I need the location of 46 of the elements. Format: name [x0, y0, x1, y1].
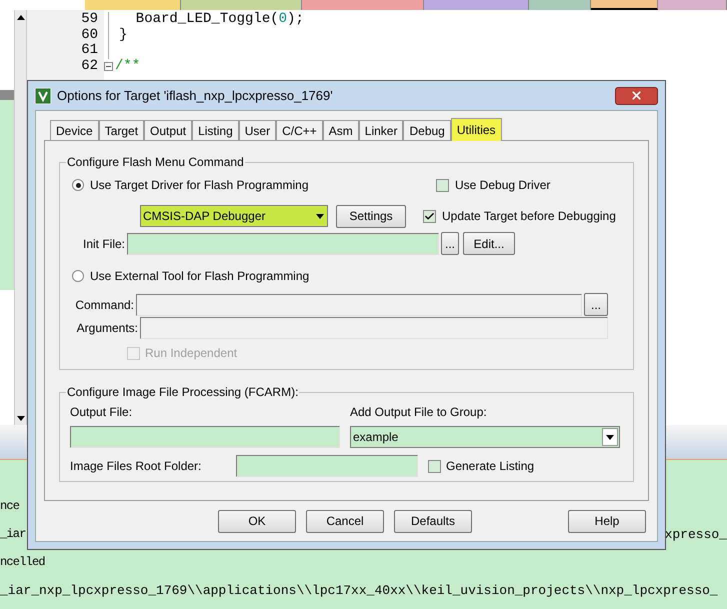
tab[interactable]: Linker: [358, 120, 404, 140]
output-line: nce: [0, 498, 20, 515]
line-number: 62: [80, 58, 99, 74]
code-line: /**: [115, 58, 140, 74]
checkbox-label: Update Target before Debugging: [442, 208, 616, 225]
group-dropdown[interactable]: example: [350, 426, 620, 448]
code-line: }: [119, 28, 128, 43]
checkbox-label: Generate Listing: [446, 458, 534, 475]
tab[interactable]: Output: [144, 120, 192, 140]
field-label: Add Output File to Group:: [350, 404, 487, 421]
defaults-button[interactable]: Defaults: [394, 510, 472, 532]
output-line: _iar_nxp_lpcxpresso_1769\\applications\\lpc17xx_40xx\\keil_uvision_projects\\nxp_lpcxpresso_: [0, 582, 718, 600]
browse-button[interactable]: ...: [584, 293, 608, 316]
field-label: Output File:: [70, 404, 134, 421]
tab[interactable]: Listing: [192, 120, 239, 140]
window-title: Options for Target 'iflash_nxp_lpcxpresso_1769': [57, 86, 334, 105]
field-label: Command:: [74, 296, 134, 314]
tab[interactable]: Debug: [403, 120, 451, 140]
field-label: Arguments:: [76, 320, 138, 337]
group-title: Configure Image File Processing (FCARM):: [66, 384, 300, 401]
browse-button[interactable]: ...: [441, 232, 459, 255]
output-line: _iar: [0, 526, 26, 543]
tab[interactable]: C/C++: [276, 120, 323, 140]
group-title: Configure Flash Menu Command: [66, 154, 245, 171]
code-line: Board_LED_Toggle(0);: [134, 12, 304, 28]
line-number: 59: [80, 12, 99, 28]
tab[interactable]: Device: [50, 120, 99, 140]
output-line: xpresso_: [664, 526, 727, 544]
output-line: ncelled: [0, 554, 45, 571]
tab[interactable]: Asm: [322, 120, 359, 140]
checkbox-label: Use Debug Driver: [455, 177, 550, 194]
help-button[interactable]: Help: [568, 510, 646, 532]
tab[interactable]: Utilities: [450, 118, 502, 141]
radio-label: Use External Tool for Flash Programming: [90, 268, 310, 285]
checkbox-label: Run Independent: [145, 345, 238, 362]
cancel-button[interactable]: Cancel: [306, 510, 384, 532]
line-number: 60: [80, 28, 99, 43]
tab[interactable]: Target: [98, 120, 144, 140]
line-number: 61: [80, 43, 99, 58]
radio-label: Use Target Driver for Flash Programming: [90, 177, 310, 194]
tab[interactable]: User: [238, 120, 276, 140]
field-label: Image Files Root Folder:: [70, 458, 202, 475]
ok-button[interactable]: OK: [218, 510, 296, 532]
settings-button[interactable]: Settings: [336, 204, 406, 228]
edit-button[interactable]: Edit...: [463, 232, 515, 255]
field-label: Init File:: [82, 236, 125, 252]
